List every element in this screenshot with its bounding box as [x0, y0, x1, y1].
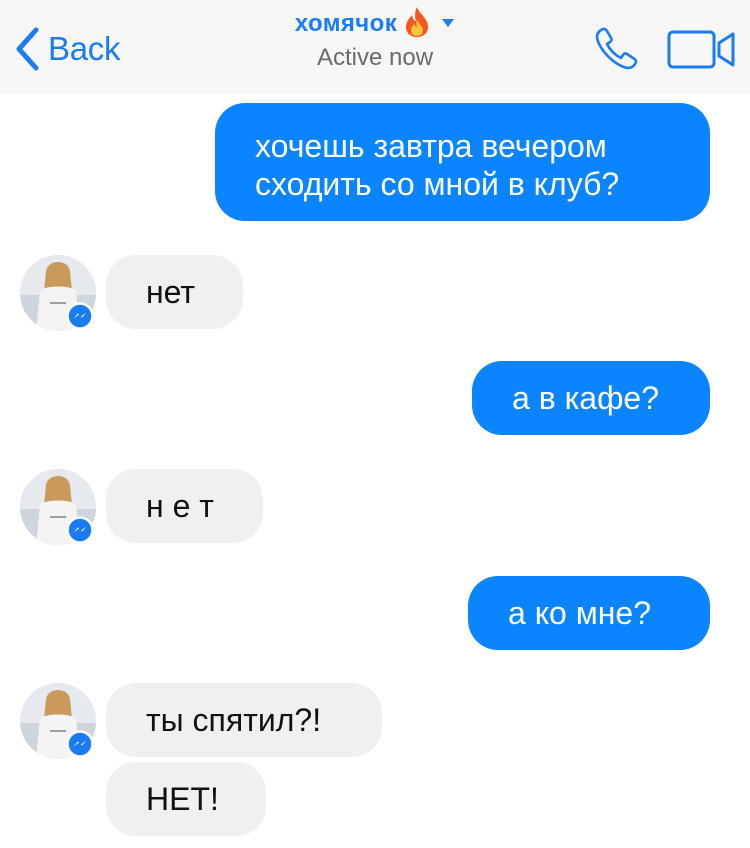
message-text: н е т	[146, 488, 214, 524]
message-line: хочешь завтра вечером	[255, 128, 607, 164]
incoming-message-bubble[interactable]: н е т	[106, 469, 263, 543]
incoming-message-bubble[interactable]: НЕТ!	[106, 762, 266, 836]
back-label: Back	[48, 30, 121, 67]
chevron-left-icon	[14, 26, 40, 72]
caret-down-icon[interactable]	[441, 15, 455, 33]
message-text: а в кафе?	[512, 380, 659, 416]
back-button[interactable]: Back	[14, 26, 120, 72]
chat-header: Back хомячок Active now	[0, 0, 750, 94]
message-text: ты спятил?!	[146, 702, 322, 738]
incoming-message-bubble[interactable]: нет	[106, 255, 243, 329]
incoming-message-bubble[interactable]: ты спятил?!	[106, 683, 382, 757]
message-line: сходить со мной в клуб?	[255, 166, 620, 202]
messenger-badge-icon	[66, 302, 94, 335]
message-text: нет	[146, 274, 196, 310]
outgoing-message-bubble[interactable]: а в кафе?	[472, 361, 710, 435]
conversation-title[interactable]: хомячок Active now	[200, 6, 550, 72]
messenger-badge-icon	[66, 516, 94, 549]
outgoing-message-bubble[interactable]: а ко мне?	[468, 576, 710, 650]
active-status: Active now	[316, 44, 434, 71]
messenger-badge-icon	[66, 730, 94, 763]
message-text: НЕТ!	[146, 781, 219, 817]
outgoing-message-bubble[interactable]: хочешь завтра вечером сходить со мной в …	[215, 103, 710, 221]
phone-icon[interactable]	[594, 25, 640, 76]
contact-name: хомячок	[294, 10, 398, 37]
video-camera-icon[interactable]	[667, 29, 737, 76]
message-text: а ко мне?	[508, 595, 651, 631]
fire-emoji-icon	[403, 6, 431, 43]
